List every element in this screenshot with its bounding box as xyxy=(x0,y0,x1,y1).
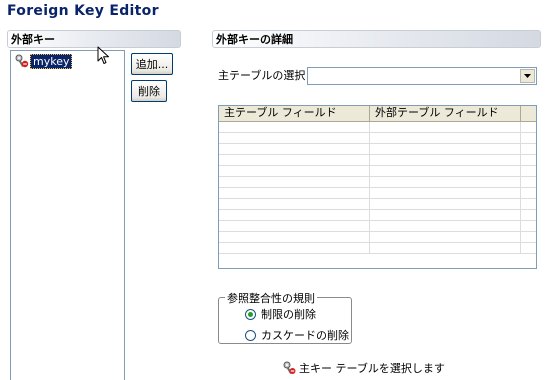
table-cell[interactable] xyxy=(370,155,521,165)
integrity-rules-legend: 参照整合性の規則 xyxy=(225,290,317,306)
table-row[interactable] xyxy=(219,133,536,144)
integrity-rules-group: 参照整合性の規則 制限の削除 カスケードの削除 xyxy=(218,290,352,344)
restrict-delete-option[interactable]: 制限の削除 xyxy=(245,306,316,322)
status-message: 主キー テーブルを選択します xyxy=(299,362,445,375)
table-row[interactable] xyxy=(219,232,536,243)
details-header: 外部キーの詳細 xyxy=(212,30,541,48)
restrict-delete-label: 制限の削除 xyxy=(261,308,316,321)
table-cell[interactable] xyxy=(370,199,521,209)
table-cell[interactable] xyxy=(219,144,370,154)
foreign-keys-header: 外部キー xyxy=(7,30,181,48)
table-cell[interactable] xyxy=(370,188,521,198)
table-cell[interactable] xyxy=(219,243,370,253)
foreign-key-list[interactable]: mykey xyxy=(10,50,125,380)
field-mapping-grid[interactable]: 主テーブル フィールド 外部テーブル フィールド xyxy=(218,105,537,269)
table-cell[interactable] xyxy=(219,210,370,220)
restrict-delete-radio[interactable] xyxy=(245,308,256,320)
table-row[interactable] xyxy=(219,221,536,232)
table-cell[interactable] xyxy=(370,122,521,132)
list-item-label: mykey xyxy=(30,53,73,69)
table-row[interactable] xyxy=(219,155,536,166)
cascade-delete-label: カスケードの削除 xyxy=(261,329,349,342)
status-bar: 主キー テーブルを選択します xyxy=(283,360,445,376)
table-cell[interactable] xyxy=(370,177,521,187)
table-row[interactable] xyxy=(219,188,536,199)
table-row[interactable] xyxy=(219,243,536,254)
table-cell[interactable] xyxy=(219,155,370,165)
table-cell[interactable] xyxy=(219,221,370,231)
grid-header: 主テーブル フィールド 外部テーブル フィールド xyxy=(219,106,536,122)
main-table-select[interactable] xyxy=(307,67,537,85)
list-item-mykey[interactable]: mykey xyxy=(15,53,73,69)
key-icon xyxy=(283,361,296,375)
table-cell[interactable] xyxy=(370,232,521,242)
delete-button[interactable]: 削除 xyxy=(131,80,167,102)
table-cell[interactable] xyxy=(219,122,370,132)
table-cell[interactable] xyxy=(219,166,370,176)
table-cell[interactable] xyxy=(219,133,370,143)
table-cell[interactable] xyxy=(219,232,370,242)
table-row[interactable] xyxy=(219,144,536,155)
table-cell[interactable] xyxy=(370,144,521,154)
table-row[interactable] xyxy=(219,177,536,188)
table-row[interactable] xyxy=(219,122,536,133)
main-table-label: 主テーブルの選択 xyxy=(218,69,306,82)
table-cell[interactable] xyxy=(370,210,521,220)
mouse-cursor-icon xyxy=(97,46,111,69)
table-cell[interactable] xyxy=(219,188,370,198)
add-button[interactable]: 追加... xyxy=(131,53,173,75)
table-row[interactable] xyxy=(219,199,536,210)
cascade-delete-option[interactable]: カスケードの削除 xyxy=(245,327,349,343)
table-cell[interactable] xyxy=(219,199,370,209)
column-foreign-table-field[interactable]: 外部テーブル フィールド xyxy=(370,106,521,121)
table-cell[interactable] xyxy=(370,243,521,253)
table-row[interactable] xyxy=(219,210,536,221)
table-cell[interactable] xyxy=(370,221,521,231)
table-cell[interactable] xyxy=(370,133,521,143)
table-cell[interactable] xyxy=(219,177,370,187)
table-row[interactable] xyxy=(219,166,536,177)
chevron-down-icon[interactable] xyxy=(520,69,535,83)
grid-body xyxy=(219,122,536,254)
table-cell[interactable] xyxy=(370,166,521,176)
column-main-table-field[interactable]: 主テーブル フィールド xyxy=(219,106,370,121)
cascade-delete-radio[interactable] xyxy=(245,329,256,341)
window-title: Foreign Key Editor xyxy=(7,3,159,19)
key-icon xyxy=(15,54,29,68)
